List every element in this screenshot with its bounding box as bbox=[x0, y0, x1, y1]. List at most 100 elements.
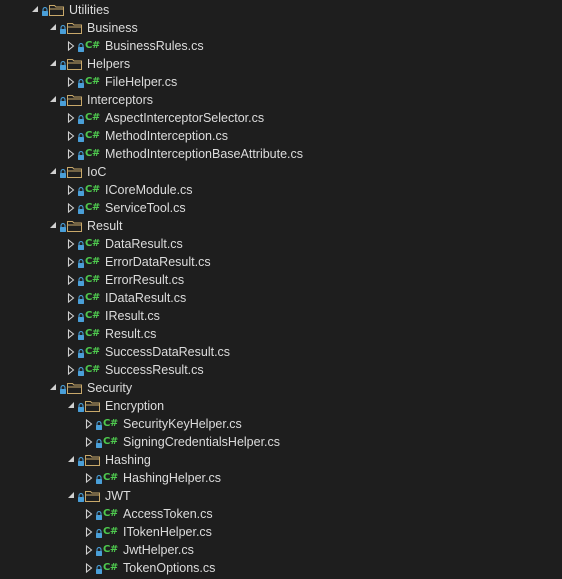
collapsed-arrow-icon[interactable] bbox=[66, 181, 76, 199]
folder-icon bbox=[67, 55, 83, 73]
lock-icon bbox=[41, 1, 49, 19]
file-node[interactable]: C# SuccessDataResult.cs bbox=[0, 343, 562, 361]
lock-icon bbox=[77, 307, 85, 325]
expanded-arrow-icon[interactable] bbox=[48, 379, 58, 397]
lock-icon bbox=[77, 289, 85, 307]
file-node[interactable]: C# JwtHelper.cs bbox=[0, 541, 562, 559]
file-node[interactable]: C# ServiceTool.cs bbox=[0, 199, 562, 217]
lock-icon bbox=[77, 397, 85, 415]
expanded-arrow-icon[interactable] bbox=[48, 217, 58, 235]
file-node[interactable]: C# FileHelper.cs bbox=[0, 73, 562, 91]
collapsed-arrow-icon[interactable] bbox=[66, 271, 76, 289]
collapsed-arrow-icon[interactable] bbox=[66, 253, 76, 271]
lock-icon bbox=[59, 217, 67, 235]
file-node[interactable]: C# AspectInterceptorSelector.cs bbox=[0, 109, 562, 127]
csharp-file-icon: C# bbox=[85, 184, 100, 195]
file-node[interactable]: C# MethodInterceptionBaseAttribute.cs bbox=[0, 145, 562, 163]
folder-label: Business bbox=[87, 21, 138, 35]
folder-node[interactable]: Helpers bbox=[0, 55, 562, 73]
folder-node[interactable]: Encryption bbox=[0, 397, 562, 415]
expanded-arrow-icon[interactable] bbox=[48, 19, 58, 37]
file-node[interactable]: C# MethodInterception.cs bbox=[0, 127, 562, 145]
file-node[interactable]: C# AccessToken.cs bbox=[0, 505, 562, 523]
lock-icon bbox=[77, 127, 85, 145]
collapsed-arrow-icon[interactable] bbox=[84, 415, 94, 433]
file-label: IDataResult.cs bbox=[105, 291, 187, 305]
file-node[interactable]: C# ITokenHelper.cs bbox=[0, 523, 562, 541]
file-label: SecurityKeyHelper.cs bbox=[123, 417, 242, 431]
lock-icon bbox=[77, 325, 85, 343]
folder-node[interactable]: JWT bbox=[0, 487, 562, 505]
collapsed-arrow-icon[interactable] bbox=[66, 343, 76, 361]
file-node[interactable]: C# IDataResult.cs bbox=[0, 289, 562, 307]
collapsed-arrow-icon[interactable] bbox=[66, 37, 76, 55]
file-node[interactable]: C# SuccessResult.cs bbox=[0, 361, 562, 379]
lock-icon bbox=[95, 469, 103, 487]
collapsed-arrow-icon[interactable] bbox=[66, 73, 76, 91]
file-node[interactable]: C# ICoreModule.cs bbox=[0, 181, 562, 199]
expanded-arrow-icon[interactable] bbox=[48, 91, 58, 109]
expanded-arrow-icon[interactable] bbox=[48, 163, 58, 181]
collapsed-arrow-icon[interactable] bbox=[84, 433, 94, 451]
folder-node[interactable]: Result bbox=[0, 217, 562, 235]
collapsed-arrow-icon[interactable] bbox=[66, 109, 76, 127]
collapsed-arrow-icon[interactable] bbox=[84, 523, 94, 541]
file-node[interactable]: C# SecurityKeyHelper.cs bbox=[0, 415, 562, 433]
lock-icon bbox=[95, 505, 103, 523]
file-node[interactable]: C# TokenOptions.cs bbox=[0, 559, 562, 577]
file-label: SuccessResult.cs bbox=[105, 363, 204, 377]
file-node[interactable]: C# ErrorDataResult.cs bbox=[0, 253, 562, 271]
expanded-arrow-icon[interactable] bbox=[66, 451, 76, 469]
folder-node[interactable]: IoC bbox=[0, 163, 562, 181]
file-node[interactable]: C# Result.cs bbox=[0, 325, 562, 343]
lock-icon bbox=[77, 37, 85, 55]
folder-label: Encryption bbox=[105, 399, 165, 413]
file-label: Result.cs bbox=[105, 327, 157, 341]
lock-icon bbox=[77, 145, 85, 163]
collapsed-arrow-icon[interactable] bbox=[84, 505, 94, 523]
file-node[interactable]: C# HashingHelper.cs bbox=[0, 469, 562, 487]
csharp-file-icon: C# bbox=[85, 364, 100, 375]
folder-node[interactable]: Business bbox=[0, 19, 562, 37]
collapsed-arrow-icon[interactable] bbox=[66, 325, 76, 343]
file-label: HashingHelper.cs bbox=[123, 471, 221, 485]
expanded-arrow-icon[interactable] bbox=[30, 1, 40, 19]
lock-icon bbox=[77, 109, 85, 127]
lock-icon bbox=[77, 271, 85, 289]
file-node[interactable]: C# ErrorResult.cs bbox=[0, 271, 562, 289]
csharp-file-icon: C# bbox=[85, 76, 100, 87]
folder-label: Interceptors bbox=[87, 93, 154, 107]
collapsed-arrow-icon[interactable] bbox=[66, 361, 76, 379]
lock-icon bbox=[77, 487, 85, 505]
folder-icon bbox=[49, 1, 65, 19]
folder-label: Utilities bbox=[69, 3, 110, 17]
lock-icon bbox=[77, 181, 85, 199]
expanded-arrow-icon[interactable] bbox=[48, 55, 58, 73]
file-node[interactable]: C# BusinessRules.cs bbox=[0, 37, 562, 55]
collapsed-arrow-icon[interactable] bbox=[66, 235, 76, 253]
collapsed-arrow-icon[interactable] bbox=[84, 469, 94, 487]
file-label: JwtHelper.cs bbox=[123, 543, 194, 557]
lock-icon bbox=[95, 523, 103, 541]
folder-node[interactable]: Security bbox=[0, 379, 562, 397]
file-node[interactable]: C# DataResult.cs bbox=[0, 235, 562, 253]
collapsed-arrow-icon[interactable] bbox=[84, 541, 94, 559]
folder-icon bbox=[67, 163, 83, 181]
csharp-file-icon: C# bbox=[103, 436, 118, 447]
csharp-file-icon: C# bbox=[85, 202, 100, 213]
collapsed-arrow-icon[interactable] bbox=[66, 307, 76, 325]
collapsed-arrow-icon[interactable] bbox=[66, 289, 76, 307]
expanded-arrow-icon[interactable] bbox=[66, 487, 76, 505]
expanded-arrow-icon[interactable] bbox=[66, 397, 76, 415]
lock-icon bbox=[77, 235, 85, 253]
folder-node[interactable]: Utilities bbox=[0, 1, 562, 19]
collapsed-arrow-icon[interactable] bbox=[66, 199, 76, 217]
file-node[interactable]: C# SigningCredentialsHelper.cs bbox=[0, 433, 562, 451]
collapsed-arrow-icon[interactable] bbox=[66, 145, 76, 163]
collapsed-arrow-icon[interactable] bbox=[66, 127, 76, 145]
file-node[interactable]: C# IResult.cs bbox=[0, 307, 562, 325]
csharp-file-icon: C# bbox=[85, 256, 100, 267]
folder-node[interactable]: Interceptors bbox=[0, 91, 562, 109]
collapsed-arrow-icon[interactable] bbox=[84, 559, 94, 577]
folder-node[interactable]: Hashing bbox=[0, 451, 562, 469]
